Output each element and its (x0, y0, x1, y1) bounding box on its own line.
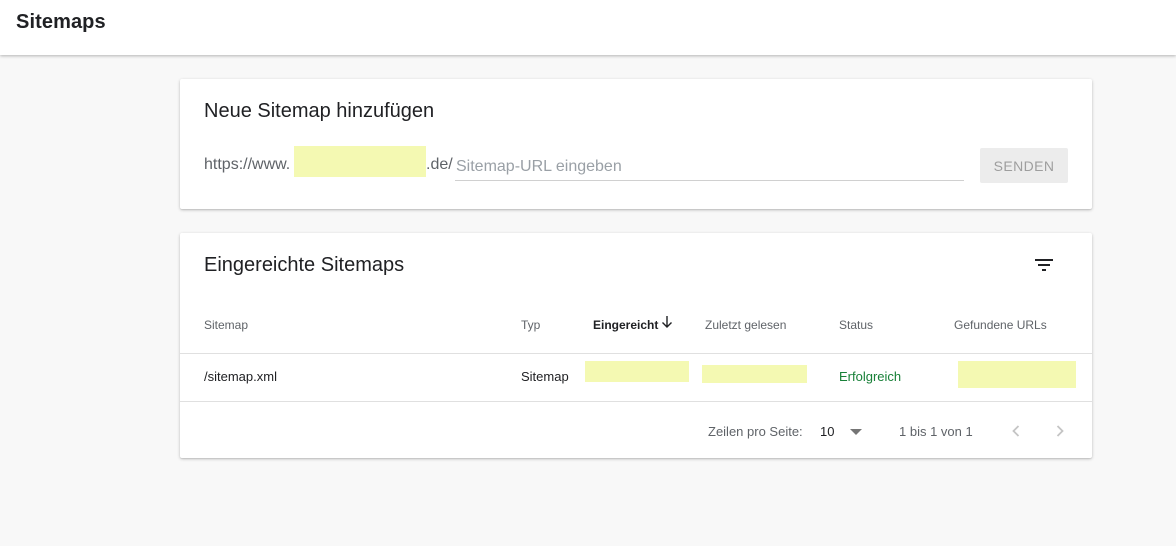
caret-down-icon (850, 429, 862, 435)
column-header-submitted[interactable]: Eingereicht (593, 318, 658, 332)
submitted-sitemaps-card: Eingereichte Sitemaps Sitemap Typ Einger… (180, 233, 1092, 458)
add-sitemap-title: Neue Sitemap hinzufügen (204, 100, 435, 122)
submitted-sitemaps-title: Eingereichte Sitemaps (204, 254, 405, 276)
column-header-status[interactable]: Status (839, 318, 873, 332)
redacted-last-read-date (702, 365, 807, 383)
header-divider (180, 353, 1092, 354)
rows-per-page-value: 10 (820, 424, 835, 439)
filter-list-icon[interactable] (1032, 253, 1056, 277)
column-header-found-urls[interactable]: Gefundene URLs (954, 318, 1047, 332)
url-suffix: .de/ (426, 156, 453, 173)
redacted-domain (294, 146, 426, 177)
rows-per-page-label: Zeilen pro Seite: (708, 424, 803, 439)
url-prefix: https://www. (204, 156, 291, 173)
page-title: Sitemaps (16, 11, 106, 33)
arrow-down-icon[interactable] (660, 315, 674, 329)
top-app-bar: Sitemaps (0, 0, 1176, 55)
sitemap-url-input[interactable] (455, 153, 964, 181)
cell-type: Sitemap (521, 369, 569, 384)
column-header-type[interactable]: Typ (521, 318, 540, 332)
rows-per-page-select[interactable]: 10 (820, 419, 866, 443)
redacted-found-urls (958, 361, 1076, 388)
add-sitemap-card: Neue Sitemap hinzufügen https://www. .de… (180, 79, 1092, 209)
pagination-range: 1 bis 1 von 1 (899, 424, 973, 439)
cell-sitemap-path[interactable]: /sitemap.xml (204, 369, 277, 384)
cell-status: Erfolgreich (839, 369, 902, 384)
row-divider (180, 401, 1092, 402)
column-header-sitemap[interactable]: Sitemap (204, 318, 248, 332)
send-button[interactable]: SENDEN (980, 148, 1068, 183)
chevron-right-icon[interactable] (1048, 419, 1072, 443)
column-header-last-read[interactable]: Zuletzt gelesen (705, 318, 786, 332)
chevron-left-icon[interactable] (1004, 419, 1028, 443)
redacted-submitted-date (585, 361, 689, 382)
